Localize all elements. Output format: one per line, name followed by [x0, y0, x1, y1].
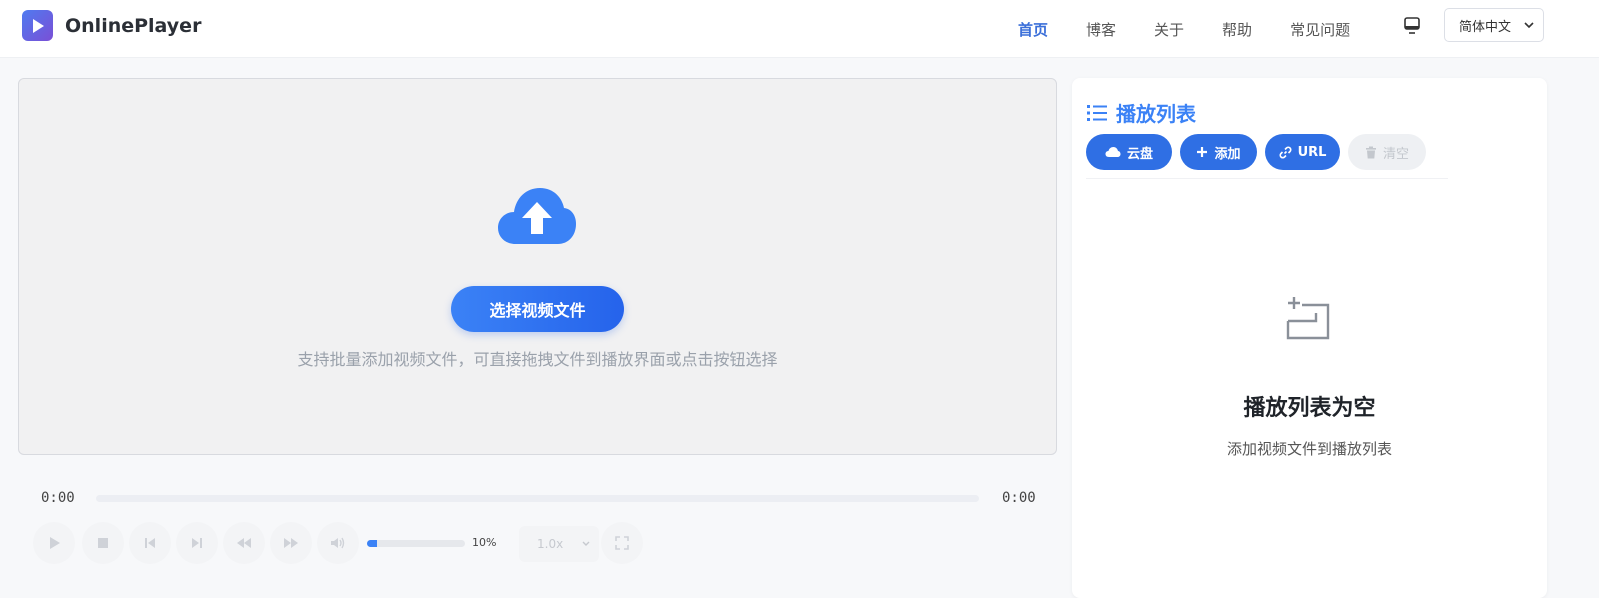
nav-item-about[interactable]: 关于	[1154, 19, 1184, 40]
language-select-value: 简体中文	[1459, 19, 1512, 35]
cloud-upload-icon	[498, 188, 576, 244]
playlist-header: 播放列表	[1086, 98, 1196, 127]
list-icon	[1087, 104, 1107, 121]
nav-item-home[interactable]: 首页	[1018, 19, 1048, 40]
volume-slider[interactable]	[367, 540, 465, 547]
nav-item-faq[interactable]: 常见问题	[1290, 19, 1350, 40]
plus-icon	[1197, 147, 1208, 157]
progress-bar[interactable]	[96, 495, 979, 502]
playlist-title: 播放列表	[1116, 102, 1196, 126]
nav-item-blog[interactable]: 博客	[1086, 19, 1116, 40]
app-name: OnlinePlayer	[65, 14, 202, 37]
next-button[interactable]	[176, 522, 218, 564]
volume-value: 10%	[472, 536, 497, 549]
clear-button-label: 清空	[1382, 146, 1409, 162]
playback-speed-value: 1.0x	[537, 537, 564, 551]
chevron-down-icon	[1524, 22, 1534, 29]
video-drop-zone[interactable]	[18, 78, 1057, 455]
previous-button[interactable]	[129, 522, 171, 564]
trash-icon	[1365, 146, 1376, 158]
play-button[interactable]	[33, 522, 75, 564]
empty-playlist-icon	[1286, 297, 1330, 340]
volume-slider-fill	[367, 540, 377, 547]
duration-time: 0:00	[1002, 490, 1036, 506]
playback-speed-select[interactable]: 1.0x	[519, 526, 599, 562]
brand[interactable]: OnlinePlayer	[22, 10, 201, 41]
current-time: 0:00	[41, 490, 75, 506]
choose-video-button[interactable]: 选择视频文件	[451, 286, 624, 332]
top-header: OnlinePlayer 首页 博客 关于 帮助 常见问题 简体中文	[0, 0, 1599, 58]
fullscreen-icon	[615, 536, 629, 550]
cloud-icon	[1105, 147, 1121, 157]
volume-icon	[331, 537, 345, 549]
add-button-label: 添加	[1214, 146, 1241, 162]
fullscreen-button[interactable]	[601, 522, 643, 564]
language-select[interactable]: 简体中文	[1444, 8, 1544, 42]
play-icon	[22, 10, 53, 41]
link-icon	[1279, 146, 1292, 158]
empty-playlist-title: 播放列表为空	[1243, 396, 1376, 421]
url-button[interactable]: URL	[1265, 134, 1340, 170]
previous-icon	[145, 538, 155, 548]
drop-hint: 支持批量添加视频文件，可直接拖拽文件到播放界面或点击按钮选择	[297, 350, 778, 369]
fast-forward-button[interactable]	[270, 522, 312, 564]
next-icon	[192, 538, 202, 548]
nav-item-help[interactable]: 帮助	[1222, 19, 1252, 40]
rewind-icon	[237, 538, 251, 548]
fast-forward-icon	[284, 538, 298, 548]
chevron-down-icon	[582, 541, 590, 546]
empty-playlist-subtitle: 添加视频文件到播放列表	[1226, 440, 1392, 458]
stop-button[interactable]	[82, 522, 124, 564]
volume-button[interactable]	[317, 522, 359, 564]
play-icon	[50, 537, 60, 549]
url-button-label: URL	[1297, 144, 1327, 160]
playlist-divider	[1086, 178, 1448, 179]
cloud-drive-button[interactable]: 云盘	[1086, 134, 1172, 170]
rewind-button[interactable]	[223, 522, 265, 564]
monitor-icon[interactable]	[1402, 16, 1422, 36]
clear-button[interactable]: 清空	[1348, 134, 1426, 170]
stop-icon	[98, 538, 108, 548]
add-button[interactable]: 添加	[1180, 134, 1257, 170]
cloud-drive-button-label: 云盘	[1126, 146, 1153, 162]
main-nav: 首页 博客 关于 帮助 常见问题	[1018, 0, 1388, 58]
